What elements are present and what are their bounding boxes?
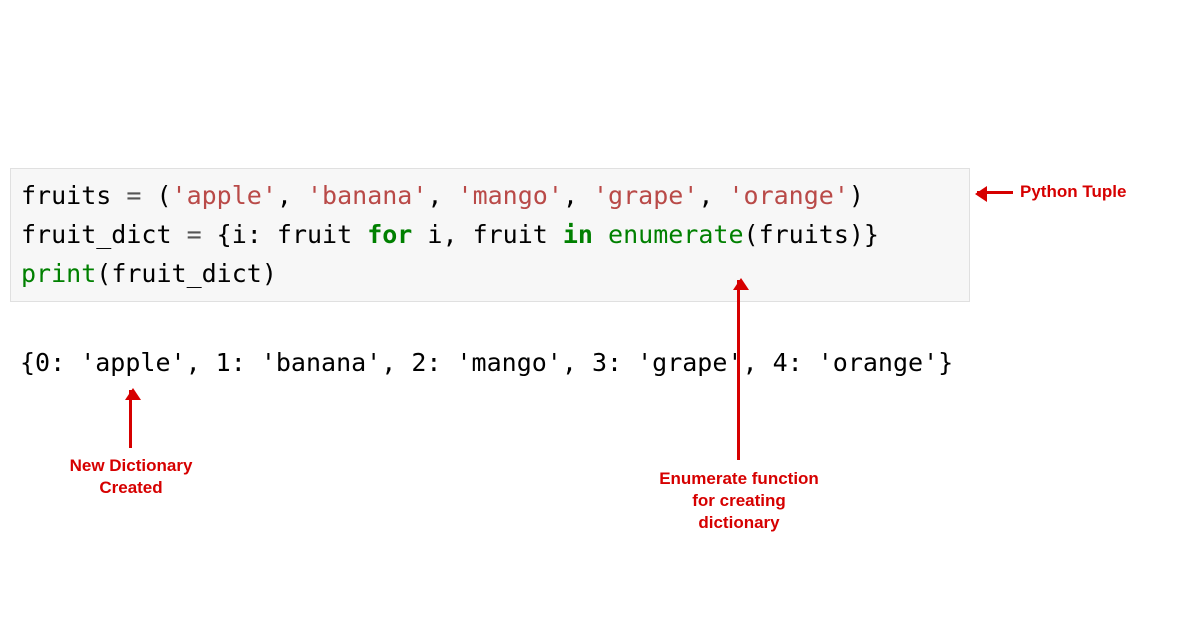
arrow-up-icon [737,280,740,460]
code-token: (fruits)} [744,220,879,249]
code-line-4: print(fruit_dict) [21,255,959,294]
code-token: , [563,181,593,210]
code-line-1: fruits = ('apple', 'banana', 'mango', 'g… [21,177,959,216]
code-token: for [367,220,412,249]
code-token: fruits [21,181,111,210]
code-token: (fruit_dict) [96,259,277,288]
code-token: enumerate [608,220,743,249]
code-token: print [21,259,96,288]
arrow-up-icon [129,390,132,448]
code-token: , [277,181,307,210]
code-token: in [563,220,593,249]
arrow-left-icon [977,191,1013,194]
annotation-enumerate: Enumerate function for creating dictiona… [654,468,824,534]
code-token: = [111,181,156,210]
code-token: = [172,220,217,249]
code-token: i: fruit [232,220,367,249]
code-output-cell: {0: 'apple', 1: 'banana', 2: 'mango', 3:… [10,340,990,386]
code-token: , [698,181,728,210]
code-token: 'mango' [458,181,563,210]
output-text: {0: 'apple', 1: 'banana', 2: 'mango', 3:… [20,348,953,377]
code-line-3: fruit_dict = {i: fruit for i, fruit in e… [21,216,959,255]
code-token: ) [849,181,864,210]
annotation-python-tuple: Python Tuple [1020,181,1126,203]
code-token: 'grape' [593,181,698,210]
code-token: ( [156,181,171,210]
code-token: fruit_dict [21,220,172,249]
code-token: 'apple' [172,181,277,210]
code-token: i, fruit [412,220,563,249]
code-token: 'orange' [728,181,848,210]
code-token: , [427,181,457,210]
code-input-cell: fruits = ('apple', 'banana', 'mango', 'g… [10,168,970,302]
code-token: 'banana' [307,181,427,210]
code-token: { [217,220,232,249]
code-token [593,220,608,249]
annotation-new-dictionary: New Dictionary Created [64,455,198,499]
